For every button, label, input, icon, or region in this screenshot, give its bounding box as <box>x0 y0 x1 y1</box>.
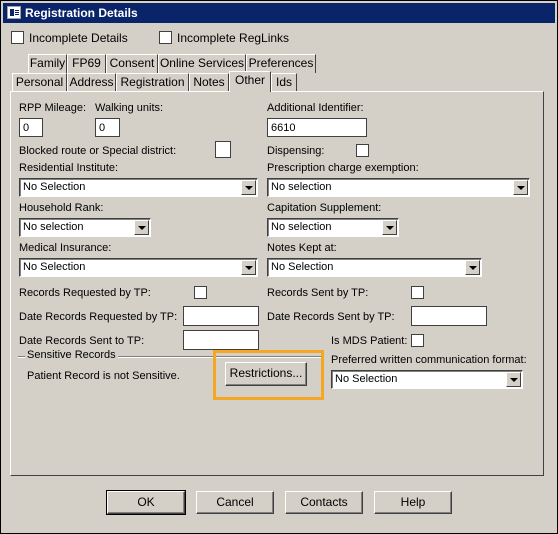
chevron-down-icon[interactable] <box>382 220 397 235</box>
notes-kept-at-select[interactable]: No Selection <box>267 258 482 277</box>
tab-address[interactable]: Address <box>67 73 116 92</box>
prescription-charge-select[interactable]: No selection <box>267 178 530 197</box>
tab-ids[interactable]: Ids <box>271 73 297 92</box>
additional-identifier-label: Additional Identifier: <box>267 102 364 114</box>
date-records-sent-to-label: Date Records Sent to TP: <box>19 335 145 347</box>
records-requested-checkbox[interactable] <box>194 286 207 299</box>
notes-kept-at-label: Notes Kept at: <box>267 242 337 254</box>
household-rank-select[interactable]: No selection <box>19 218 151 237</box>
tab-registration[interactable]: Registration <box>116 73 189 92</box>
chevron-down-icon[interactable] <box>241 180 256 195</box>
tab-consent[interactable]: Consent <box>106 54 158 73</box>
preferred-comm-value: No Selection <box>335 373 398 385</box>
walking-units-input[interactable]: 0 <box>95 118 120 137</box>
rpp-mileage-input[interactable]: 0 <box>19 118 43 137</box>
date-records-requested-label: Date Records Requested by TP: <box>19 311 178 323</box>
window-title: Registration Details <box>25 6 138 20</box>
is-mds-patient-checkbox[interactable] <box>411 334 424 347</box>
title-bar: Registration Details <box>3 3 555 23</box>
tab-notes[interactable]: Notes <box>189 73 229 92</box>
household-rank-value: No selection <box>23 221 84 233</box>
tab-family[interactable]: Family <box>28 54 67 73</box>
tab-fp69[interactable]: FP69 <box>67 54 106 73</box>
date-records-sent-by-label: Date Records Sent by TP: <box>267 311 395 323</box>
restrictions-highlight <box>213 350 324 400</box>
medical-insurance-select[interactable]: No Selection <box>19 258 258 277</box>
capitation-supplement-select[interactable]: No selection <box>267 218 399 237</box>
date-records-sent-to-input[interactable] <box>183 330 259 350</box>
blocked-route-label: Blocked route or Special district: <box>19 145 177 157</box>
preferred-comm-label: Preferred written communication format: <box>331 354 527 366</box>
cancel-button[interactable]: Cancel <box>196 491 274 514</box>
dispensing-checkbox[interactable] <box>356 144 369 157</box>
ok-button[interactable]: OK <box>106 490 186 515</box>
app-icon <box>7 6 21 19</box>
sensitive-records-title: Sensitive Records <box>25 349 118 361</box>
chevron-down-icon[interactable] <box>134 220 149 235</box>
capitation-supplement-label: Capitation Supplement: <box>267 202 382 214</box>
tab-personal[interactable]: Personal <box>12 73 67 92</box>
dispensing-label: Dispensing: <box>267 145 325 157</box>
walking-units-label: Walking units: <box>95 102 164 114</box>
chevron-down-icon[interactable] <box>241 260 256 275</box>
capitation-supplement-value: No selection <box>271 221 332 233</box>
prescription-charge-value: No selection <box>271 181 332 193</box>
blocked-route-checkbox[interactable] <box>215 141 231 158</box>
incomplete-reglinks-label: Incomplete RegLinks <box>177 31 290 45</box>
incomplete-reglinks-checkbox[interactable] <box>159 31 172 44</box>
help-button[interactable]: Help <box>374 491 452 514</box>
tab-other[interactable]: Other <box>229 71 271 92</box>
additional-identifier-input[interactable]: 6610 <box>267 118 367 137</box>
incomplete-details-checkbox[interactable] <box>11 31 24 44</box>
chevron-down-icon[interactable] <box>465 260 480 275</box>
contacts-button[interactable]: Contacts <box>285 491 363 514</box>
preferred-comm-select[interactable]: No Selection <box>331 370 523 389</box>
residential-institute-value: No Selection <box>23 181 86 193</box>
chevron-down-icon[interactable] <box>506 372 521 387</box>
residential-institute-select[interactable]: No Selection <box>19 178 258 197</box>
records-sent-label: Records Sent by TP: <box>267 287 369 299</box>
notes-kept-at-value: No Selection <box>271 261 334 273</box>
records-requested-label: Records Requested by TP: <box>19 287 151 299</box>
is-mds-patient-label: Is MDS Patient: <box>331 335 408 347</box>
records-sent-checkbox[interactable] <box>411 286 424 299</box>
date-records-requested-input[interactable] <box>183 306 259 326</box>
prescription-charge-label: Prescription charge exemption: <box>267 162 419 174</box>
date-records-sent-by-input[interactable] <box>411 306 487 326</box>
registration-details-dialog: Registration Details Incomplete Details … <box>0 0 558 534</box>
household-rank-label: Household Rank: <box>19 202 104 214</box>
residential-institute-label: Residential Institute: <box>19 162 119 174</box>
rpp-mileage-label: RPP Mileage: <box>19 102 87 114</box>
medical-insurance-value: No Selection <box>23 261 86 273</box>
sensitive-status-text: Patient Record is not Sensitive. <box>27 370 180 382</box>
incomplete-details-label: Incomplete Details <box>29 31 128 45</box>
chevron-down-icon[interactable] <box>513 180 528 195</box>
medical-insurance-label: Medical Insurance: <box>19 242 112 254</box>
